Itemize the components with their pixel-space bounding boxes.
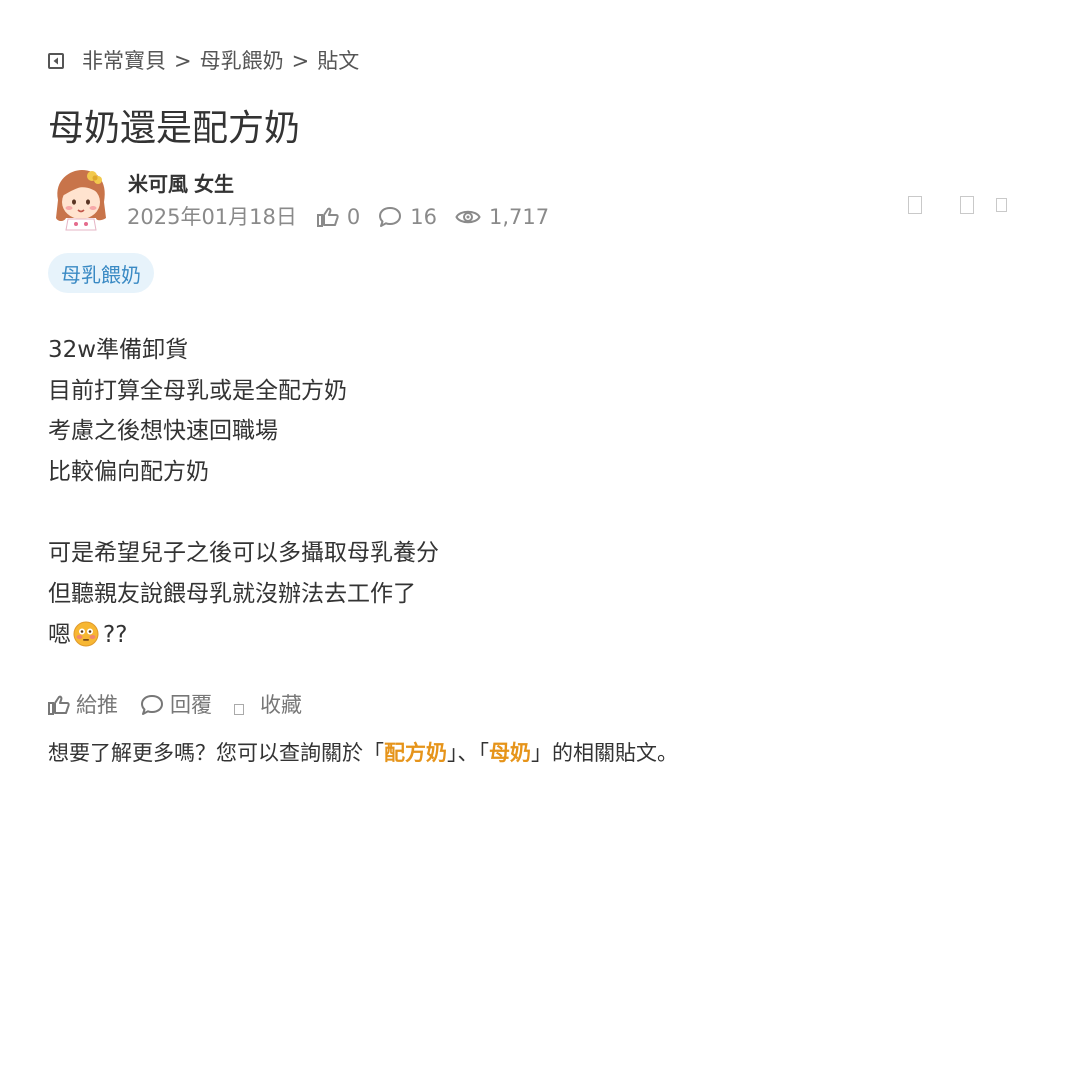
reply-button[interactable]: 回覆 [140,690,212,720]
related-suffix: 」的相關貼文。 [531,741,678,765]
post-meta: 2025年01月18日 0 16 1,717 [127,203,567,231]
related-prefix: 想要了解更多嗎？您可以查詢關於「 [48,741,384,765]
related-posts-hint: 想要了解更多嗎？您可以查詢關於「配方奶」、「母奶」的相關貼文。 [48,738,678,768]
avatar[interactable] [50,166,112,232]
breadcrumb-separator: > [174,49,192,73]
share-icon[interactable] [908,196,922,214]
related-middle: 」、「 [447,741,489,765]
replies-count: 16 [410,205,437,229]
save-button-label: 收藏 [260,693,302,717]
thumbs-up-icon [316,207,339,227]
likes-count-item: 0 [316,203,361,231]
breadcrumb-item-current: 貼文 [317,49,360,73]
reply-button-label: 回覆 [170,693,212,717]
post-tools [908,196,1007,214]
author-name[interactable]: 米可風 [128,172,188,196]
content-last-suffix: ?? [103,621,128,648]
like-button[interactable]: 給推 [48,690,118,720]
eye-icon [455,210,481,224]
content-last-prefix: 嗯 [48,621,71,648]
content-line-last: 嗯 ?? [48,615,439,656]
likes-count: 0 [346,205,361,229]
post-title: 母奶還是配方奶 [48,108,301,149]
breadcrumb-separator: > [291,49,310,73]
author-name-line: 米可風 女生 [128,170,234,198]
replies-count-item: 16 [378,203,437,231]
thumbs-up-icon [48,695,70,715]
more-options-icon[interactable] [996,198,1007,212]
content-line: 可是希望兒子之後可以多攝取母乳養分 [48,540,439,567]
content-line-blank [48,493,439,534]
post-tag[interactable]: 母乳餵奶 [48,253,154,293]
speech-bubble-icon [141,695,163,715]
content-line: 32w準備卸貨 [48,337,189,363]
post-date: 2025年01月18日 [127,205,297,229]
bookmark-icon[interactable] [960,196,974,214]
back-icon[interactable] [48,53,64,69]
breadcrumb-item-category[interactable]: 非常寶貝 [82,46,166,76]
content-line: 目前打算全母乳或是全配方奶 [48,377,347,404]
breadcrumb-item-board[interactable]: 母乳餵奶 [200,46,284,76]
content-line: 但聽親友說餵母乳就沒辦法去工作了 [48,581,416,608]
content-line: 考慮之後想快速回職場 [48,418,278,445]
related-keyword-breastmilk[interactable]: 母奶 [489,741,531,765]
bookmark-icon [234,703,244,715]
author-row: 米可風 女生 2025年01月18日 0 16 1,717 [48,166,1028,236]
related-keyword-formula[interactable]: 配方奶 [384,741,447,765]
author-gender: 女生 [194,172,234,196]
views-count-item: 1,717 [455,203,549,231]
post-actions: 給推 回覆 收藏 [48,690,324,720]
like-button-label: 給推 [76,693,118,717]
views-count: 1,717 [489,205,550,229]
content-line: 比較偏向配方奶 [48,459,209,486]
flushed-face-emoji-icon [73,621,99,647]
save-button[interactable]: 收藏 [234,690,302,720]
speech-bubble-icon [379,207,402,227]
post-content: 32w準備卸貨 目前打算全母乳或是全配方奶 考慮之後想快速回職場 比較偏向配方奶… [48,330,439,656]
breadcrumb: 非常寶貝 > 母乳餵奶 > 貼文 [48,46,359,76]
